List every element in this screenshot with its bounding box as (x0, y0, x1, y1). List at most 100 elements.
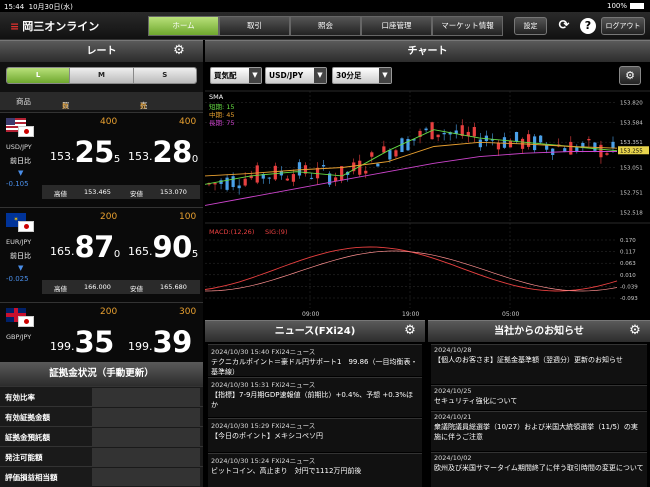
candle-body (442, 132, 446, 135)
price-tick-label: 153.820 (620, 101, 643, 107)
macd-label: MACD:(12,26) (209, 228, 254, 236)
size-s-button[interactable]: S (133, 68, 196, 83)
tab-market-info[interactable]: マーケット情報 (432, 16, 503, 36)
tab-home[interactable]: ホーム (148, 16, 219, 36)
chevron-down-icon: ▼ (314, 68, 326, 83)
logo: ≡ 岡三オンライン (10, 20, 100, 33)
change-value: -0.105 (6, 180, 29, 188)
time-tick-label: 05:00 (502, 311, 519, 318)
rate-panel: レート ⚙ L M S 商品 買気配 数量 売気配 数量 USD/JPY 前日比… (0, 40, 203, 362)
margin-row: 評価損益相当額 (0, 466, 203, 487)
candle-body (605, 153, 609, 155)
high-low-bar: 高値 153.465 安値 153.070 (42, 185, 200, 199)
sma-line (205, 141, 618, 177)
notice-item[interactable]: 2024/10/25 セキュリティ強化について (431, 385, 647, 410)
diff-label: 前日比 (10, 157, 31, 165)
rate-row-eurjpy[interactable]: ✶ EUR/JPY 前日比 ▼ -0.025 200 100 165.870 1… (0, 207, 203, 302)
size-m-button[interactable]: M (70, 68, 134, 83)
price-tick-label: 153.351 (620, 140, 643, 146)
candle-body (267, 177, 271, 179)
bid-size: 200 (100, 212, 118, 222)
candle-body (436, 134, 440, 138)
ask-price[interactable]: 153.280 (128, 135, 198, 169)
notice-item[interactable]: 2024/10/02 欧州及び米国サマータイム期間終了に伴う取引時間の変更について (431, 452, 647, 487)
main-nav: ホーム 取引 照会 口座管理 マーケット情報 (148, 16, 503, 36)
status-battery: 100% (607, 2, 644, 10)
candle-body (237, 185, 241, 189)
news-item[interactable]: 2024/10/30 15:29 FXi24ニュース 【今日のポイント】メキシコペ… (208, 418, 422, 452)
macd-tick-label: 0.170 (620, 238, 636, 244)
gear-icon[interactable]: ⚙ (628, 324, 642, 338)
candle-body (297, 162, 302, 176)
price-tick-label: 153.584 (620, 121, 643, 127)
candle-body (394, 150, 398, 157)
chart-panel: チャート 買気配 ▼ USD/JPY ▼ 30分足 ▼ ⚙ SMA 短期: 15 中期… (205, 40, 650, 320)
candle-body (611, 141, 615, 149)
candle-body (358, 160, 362, 175)
ask-price[interactable]: 199.39 (128, 325, 192, 359)
tab-inquiry[interactable]: 照会 (290, 16, 361, 36)
current-price-label: 153.255 (620, 148, 643, 154)
candle-body (370, 152, 374, 157)
bid-price[interactable]: 153.255 (50, 135, 120, 169)
bid-price[interactable]: 165.870 (50, 230, 120, 264)
sma-legend-mid: 中期: 45 (209, 110, 235, 119)
price-tick-label: 153.051 (620, 165, 643, 171)
sig-label: SIG:(9) (265, 228, 287, 236)
settings-button[interactable]: 設定 (514, 17, 547, 35)
bid-price[interactable]: 199.35 (50, 325, 114, 359)
candle-body (593, 142, 597, 151)
price-chart[interactable]: SMA 短期: 15 中期: 45 長期: 75 MACD:(12,26) SI… (205, 88, 650, 320)
macd-tick-label: 0.063 (620, 261, 636, 267)
candle-body (526, 134, 531, 147)
rate-column-header: 商品 買気配 数量 売気配 数量 (0, 92, 203, 132)
side-select[interactable]: 買気配 ▼ (210, 67, 262, 84)
battery-icon (630, 3, 644, 9)
pair-name: USD/JPY (6, 143, 32, 151)
help-icon[interactable]: ? (580, 18, 596, 34)
logo-icon: ≡ (10, 20, 20, 33)
notice-item[interactable]: 2024/10/21 衆議院議員総選挙（10/27）および米国大統領選挙（11/5… (431, 411, 647, 451)
candle-body (587, 139, 591, 141)
candle-body (376, 163, 380, 167)
pair-select[interactable]: USD/JPY ▼ (265, 67, 327, 84)
tab-trade[interactable]: 取引 (219, 16, 290, 36)
chart-title: チャート (205, 40, 650, 62)
candle-body (496, 142, 501, 150)
tab-account[interactable]: 口座管理 (361, 16, 432, 36)
gear-icon[interactable]: ⚙ (403, 324, 417, 338)
chart-settings-button[interactable]: ⚙ (619, 66, 641, 85)
pair-name: EUR/JPY (6, 238, 32, 246)
candle-body (255, 165, 259, 183)
sma-legend-short: 短期: 15 (209, 102, 235, 111)
candle-body (424, 128, 428, 131)
news-item[interactable]: 2024/10/30 15:31 FXi24ニュース 【指標】7-9月期GDP速報… (208, 377, 422, 417)
candle-body (569, 141, 573, 155)
high-low-bar: 高値 166.000 安値 165.680 (42, 280, 200, 294)
candle-body (285, 178, 289, 181)
candle-body (388, 150, 392, 160)
time-tick-label: 09:00 (302, 311, 319, 318)
ask-price[interactable]: 165.905 (128, 230, 198, 264)
candle-body (243, 178, 247, 186)
notice-item[interactable]: 2024/10/28 【個人のお客さま】証拠金基準額（翌週分）更新のお知らせ (431, 344, 647, 384)
gear-icon[interactable]: ⚙ (172, 44, 186, 58)
rate-row-gbpjpy[interactable]: GBP/JPY 200 300 199.35 199.39 (0, 302, 203, 362)
interval-select[interactable]: 30分足 ▼ (332, 67, 392, 84)
rate-row-usdjpy[interactable]: USD/JPY 前日比 ▼ -0.105 400 400 153.255 153… (0, 112, 203, 207)
signal-line (205, 250, 618, 292)
gear-icon: ⚙ (625, 69, 635, 82)
candle-body (364, 170, 368, 174)
news-item[interactable]: 2024/10/30 15:40 FXi24ニュース テクニカルポイント＝豪ドル円… (208, 344, 422, 376)
news-item[interactable]: 2024/10/30 15:24 FXi24ニュース ビットコイン、高止まり 対円… (208, 453, 422, 487)
price-tick-label: 152.751 (620, 191, 643, 197)
sma-label: SMA (209, 93, 224, 101)
logout-button[interactable]: ログアウト (601, 17, 645, 35)
eu-jp-flag-icon: ✶ (6, 213, 36, 235)
candle-body (273, 165, 277, 180)
margin-row: 有効比率 (0, 386, 203, 406)
time-tick-label: 19:00 (402, 311, 419, 318)
size-l-button[interactable]: L (7, 68, 71, 83)
refresh-icon[interactable]: ⟳ (556, 18, 572, 34)
margin-row: 有効証拠金額 (0, 406, 203, 426)
